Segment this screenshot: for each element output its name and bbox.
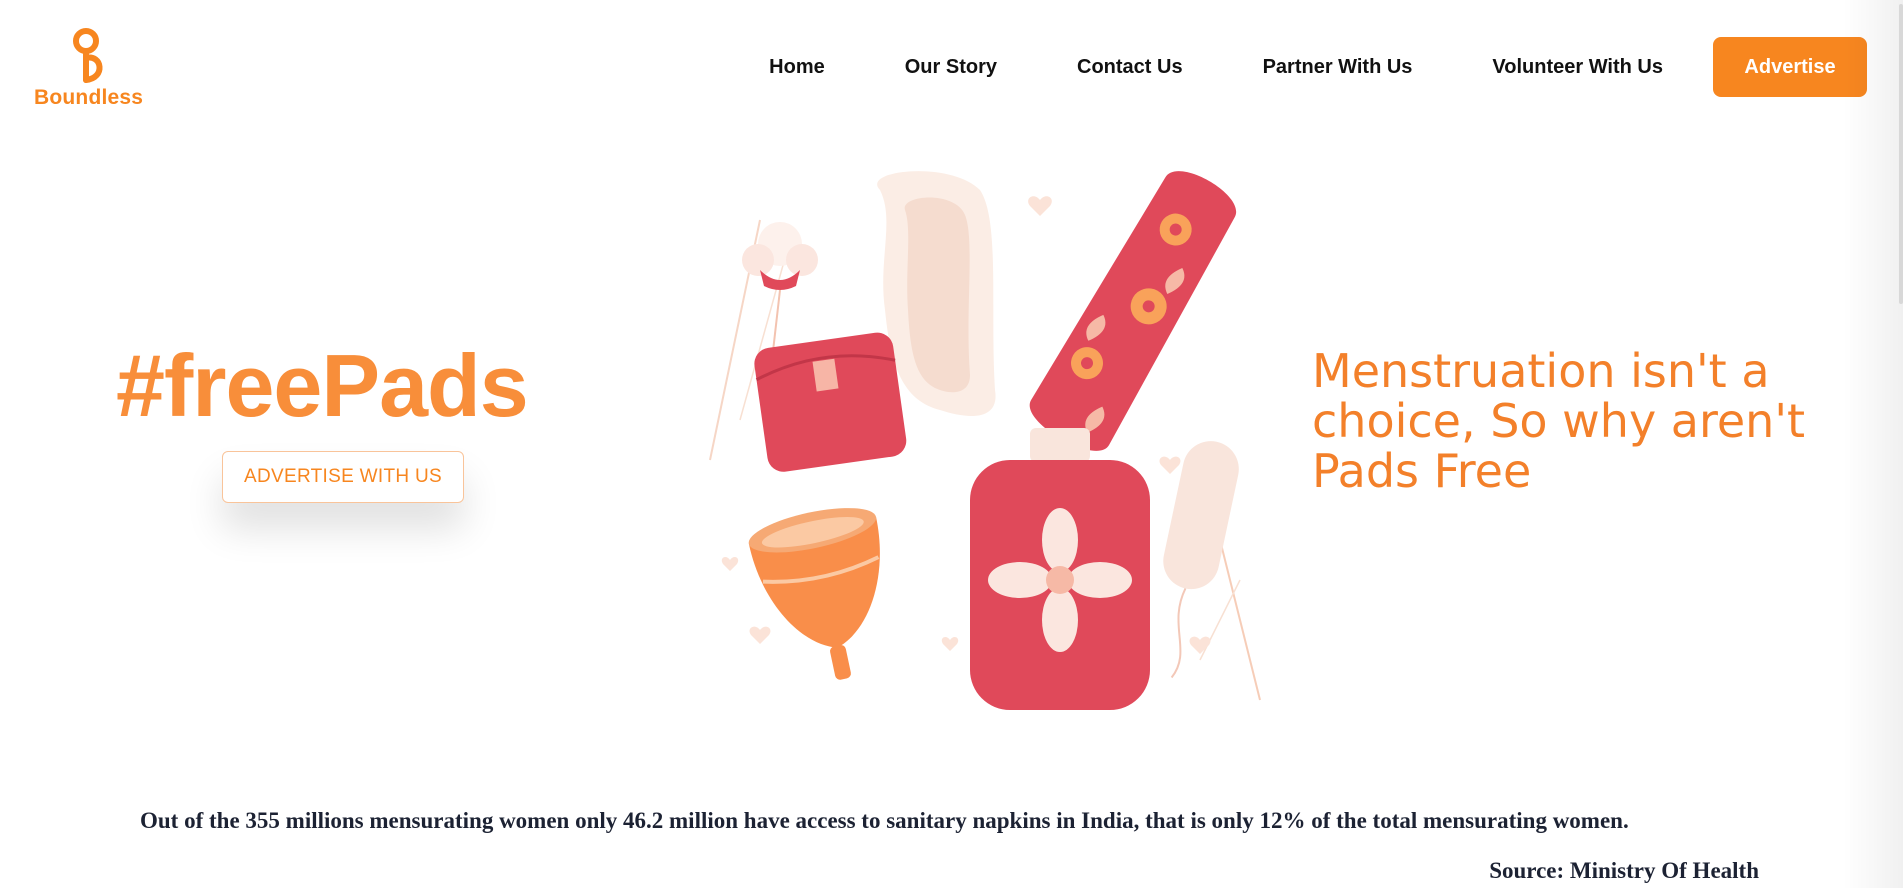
brand-logo[interactable]: Boundless (32, 28, 152, 112)
brand-name: Boundless (34, 86, 144, 109)
advertise-with-us-wrapper: ADVERTISE WITH US (222, 451, 464, 503)
menstrual-products-illustration (709, 171, 1261, 710)
nav-item-volunteer-with-us[interactable]: Volunteer With Us (1492, 56, 1663, 79)
hero-tagline: Menstruation isn't a choice, So why aren… (1312, 344, 1806, 498)
nav-item-our-story[interactable]: Our Story (905, 56, 997, 79)
stat-text: Out of the 355 millions mensurating wome… (140, 808, 1629, 833)
nav-item-partner-with-us[interactable]: Partner With Us (1263, 56, 1413, 79)
main-nav: Home Our Story Contact Us Partner With U… (769, 36, 1867, 98)
nav-item-contact-us[interactable]: Contact Us (1077, 56, 1183, 79)
site-header: Boundless Home Our Story Contact Us Part… (0, 0, 1903, 130)
hero-hashtag: #freePads (116, 336, 529, 435)
boundless-logo-icon (73, 28, 103, 83)
stat-source: Source: Ministry Of Health (1489, 858, 1759, 883)
advertise-with-us-button[interactable]: ADVERTISE WITH US (222, 451, 464, 503)
page-edge-shade (1843, 0, 1903, 888)
scrollbar-thumb[interactable] (1899, 4, 1903, 304)
scrollbar[interactable] (1899, 0, 1903, 888)
nav-item-home[interactable]: Home (769, 56, 825, 79)
page: Boundless Home Our Story Contact Us Part… (0, 0, 1903, 888)
